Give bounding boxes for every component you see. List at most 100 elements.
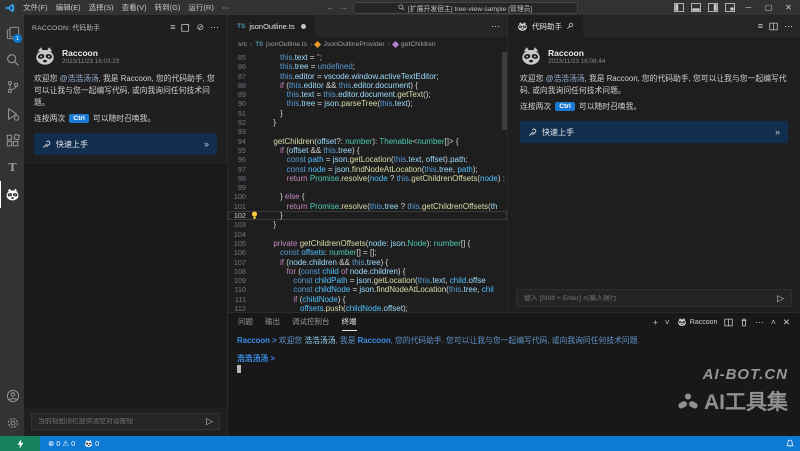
send-icon[interactable]: ▷: [206, 416, 213, 427]
toolbar-list-icon[interactable]: ≡: [758, 21, 763, 31]
code-line[interactable]: 107 if (node.children && this.tree) {: [228, 258, 507, 267]
code-line[interactable]: 101 return Promise.resolve(this.tree ? t…: [228, 202, 507, 211]
tab-jsonoutline[interactable]: TS jsonOutline.ts: [228, 15, 316, 37]
editor-more-actions-icon[interactable]: ⋯: [491, 21, 507, 32]
toggle-sidebar-icon[interactable]: [671, 0, 687, 15]
menu-item[interactable]: 运行(R): [184, 3, 217, 12]
breadcrumb-item[interactable]: JsonOutlineProvider: [323, 41, 384, 48]
close-panel-icon[interactable]: ✕: [783, 317, 790, 328]
source-control-icon[interactable]: [0, 73, 24, 100]
code-line[interactable]: 105 private getChildrenOffsets(node: jso…: [228, 239, 507, 248]
code-line[interactable]: 92 }: [228, 118, 507, 127]
panel-more-icon[interactable]: ⋯: [784, 21, 793, 32]
menu-item[interactable]: 查看(V): [118, 3, 151, 12]
code-line[interactable]: 98 return Promise.resolve(node ? this.ge…: [228, 174, 507, 183]
raccoon-view-icon[interactable]: [0, 181, 24, 208]
code-line[interactable]: 102 }: [228, 211, 507, 220]
close-button[interactable]: ✕: [779, 0, 798, 15]
problems-indicator[interactable]: ⊗0 ⚠0: [48, 439, 75, 448]
code-line[interactable]: 103 }: [228, 220, 507, 229]
maximize-panel-icon[interactable]: ˄: [771, 317, 776, 327]
account-icon[interactable]: [0, 382, 24, 409]
code-line[interactable]: 108 for (const child of node.children) {: [228, 267, 507, 276]
menu-item[interactable]: 编辑(E): [52, 3, 85, 12]
quickstart-button[interactable]: 快速上手 »: [34, 133, 217, 155]
lightbulb-icon[interactable]: [249, 211, 260, 220]
terminal-profile[interactable]: Raccoon: [677, 317, 718, 327]
panel-tab-调试控制台[interactable]: 调试控制台: [292, 313, 330, 331]
breadcrumb-item[interactable]: getChildren: [401, 41, 436, 48]
code-line[interactable]: 87 this.editor = vscode.window.activeTex…: [228, 72, 507, 81]
panel-tab-终端[interactable]: 终端: [342, 313, 357, 331]
todo-tree-icon[interactable]: T: [0, 154, 24, 181]
raccoon-status[interactable]: 0: [84, 439, 99, 448]
code-line[interactable]: 112 offsets.push(childNode.offset);: [228, 304, 507, 312]
command-center-search[interactable]: [扩展开发宿主] tree-view-sample [管理员]: [353, 2, 578, 14]
assistant-chat-input[interactable]: [524, 295, 773, 302]
split-editor-icon[interactable]: [769, 22, 778, 31]
minimize-button[interactable]: ─: [739, 0, 758, 15]
clear-chat-icon[interactable]: ⊘: [196, 22, 204, 33]
back-icon[interactable]: ←: [327, 3, 335, 12]
code-line[interactable]: 104: [228, 230, 507, 239]
more-actions-icon[interactable]: ⋯: [210, 22, 219, 33]
code-line[interactable]: 95 if (offset && this.tree) {: [228, 146, 507, 155]
code-line[interactable]: 100 } else {: [228, 192, 507, 201]
extensions-icon[interactable]: [0, 127, 24, 154]
menu-item[interactable]: 选择(S): [85, 3, 118, 12]
code-line[interactable]: 89 this.text = this.editor.document.getT…: [228, 90, 507, 99]
code-line[interactable]: 88 if (this.editor && this.editor.docume…: [228, 81, 507, 90]
code-line[interactable]: 86 this.tree = undefined;: [228, 62, 507, 71]
send-icon[interactable]: ▷: [777, 293, 784, 304]
kill-terminal-icon[interactable]: [740, 318, 748, 327]
code-line[interactable]: 93: [228, 127, 507, 136]
panel-more-icon[interactable]: ⋯: [755, 317, 764, 328]
quickstart-button[interactable]: 快速上手 »: [520, 121, 788, 143]
settings-list-icon[interactable]: ≡: [170, 22, 175, 32]
code-line[interactable]: 99: [228, 183, 507, 192]
code-line[interactable]: 97 const node = json.findNodeAtLocation(…: [228, 165, 507, 174]
explorer-icon[interactable]: 1: [0, 19, 24, 46]
customize-layout-icon[interactable]: [722, 0, 738, 15]
status-bar: ⊗0 ⚠0 0: [0, 436, 800, 451]
line-number: 110: [228, 285, 249, 294]
maximize-button[interactable]: ▢: [759, 0, 778, 15]
scrollbar-thumb[interactable]: [502, 52, 507, 130]
code-line[interactable]: 111 if (childNode) {: [228, 295, 507, 304]
breadcrumb-item[interactable]: src: [238, 41, 247, 48]
toggle-secondary-sidebar-icon[interactable]: [705, 0, 721, 15]
code-editor[interactable]: 85 this.text = '';86 this.tree = undefin…: [228, 52, 507, 312]
settings-gear-icon[interactable]: [0, 409, 24, 436]
code-line[interactable]: 106 const offsets: number[] = [];: [228, 248, 507, 257]
menu-item[interactable]: ⋯: [218, 3, 234, 12]
breadcrumb-item[interactable]: jsonOutline.ts: [266, 41, 307, 48]
sidebar-header: RACCOON: 代码助手 ≡ ⊘ ⋯: [24, 15, 227, 39]
code-text: }: [260, 118, 507, 127]
menu-item[interactable]: 文件(F): [19, 3, 52, 12]
pin-icon[interactable]: [566, 22, 574, 30]
code-line[interactable]: 96 const path = json.getLocation(this.te…: [228, 155, 507, 164]
menu-item[interactable]: 转到(G): [151, 3, 185, 12]
code-line[interactable]: 109 const childPath = json.getLocation(t…: [228, 276, 507, 285]
new-chat-icon[interactable]: [181, 23, 190, 32]
sidebar-chat-input[interactable]: [38, 418, 202, 425]
search-view-icon[interactable]: [0, 46, 24, 73]
code-line[interactable]: 91 }: [228, 109, 507, 118]
run-and-debug-icon[interactable]: [0, 100, 24, 127]
toggle-panel-icon[interactable]: [688, 0, 704, 15]
split-terminal-icon[interactable]: [724, 318, 733, 327]
tab-assistant[interactable]: 代码助手: [508, 15, 584, 37]
code-line[interactable]: 85 this.text = '';: [228, 53, 507, 62]
panel-tab-输出[interactable]: 输出: [265, 313, 280, 331]
code-line[interactable]: 90 this.tree = json.parseTree(this.text)…: [228, 99, 507, 108]
terminal-dropdown-icon[interactable]: ˅: [665, 317, 670, 327]
remote-indicator[interactable]: [0, 436, 40, 451]
forward-icon[interactable]: →: [340, 3, 348, 12]
new-terminal-icon[interactable]: +: [653, 317, 658, 327]
code-line[interactable]: 110 const childNode = json.findNodeAtLoc…: [228, 285, 507, 294]
notifications-bell[interactable]: [786, 439, 794, 448]
modified-dot-icon[interactable]: [301, 24, 306, 29]
panel-tab-问题[interactable]: 问题: [238, 313, 253, 331]
editor-scrollbar[interactable]: [502, 52, 507, 312]
code-line[interactable]: 94 getChildren(offset?: number): Thenabl…: [228, 137, 507, 146]
